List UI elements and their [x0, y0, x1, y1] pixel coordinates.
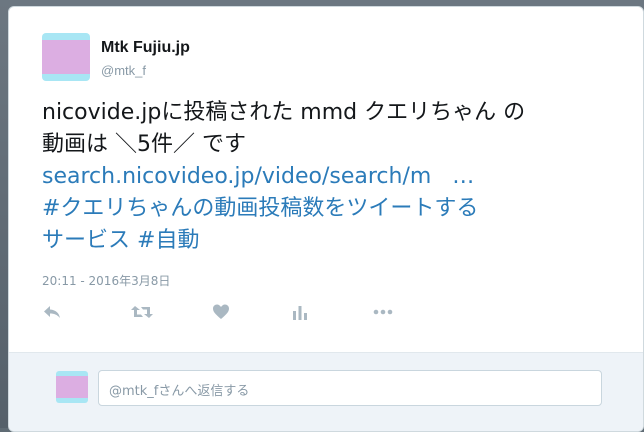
reply-avatar-band-bottom: [56, 398, 88, 403]
reply-area: @mtk_fさんへ返信する: [9, 353, 643, 431]
reply-input[interactable]: @mtk_fさんへ返信する: [98, 370, 602, 406]
author-avatar[interactable]: [42, 33, 90, 81]
heart-icon[interactable]: [212, 303, 236, 323]
tweet-actions: [42, 303, 422, 323]
tweet-card: Mtk Fujiu.jp @mtk_f nicovide.jpに投稿された mm…: [8, 6, 644, 432]
avatar-center: [42, 40, 90, 74]
more-icon[interactable]: [372, 303, 396, 323]
reply-avatar-center: [56, 376, 88, 398]
reply-avatar: [56, 371, 88, 403]
hashtag-link-2[interactable]: #自動: [137, 228, 199, 253]
tweet-timestamp[interactable]: 20:11 - 2016年3月8日: [42, 272, 170, 289]
analytics-icon[interactable]: [292, 303, 316, 323]
avatar-band-top: [42, 33, 90, 40]
tweet-text-line-2: 動画は ＼5件／ です: [42, 132, 246, 157]
hashtag-link-1-continued[interactable]: サービス: [42, 228, 130, 253]
search-link[interactable]: search.nicovideo.jp/video/search/m …: [42, 164, 474, 189]
retweet-icon[interactable]: [130, 303, 154, 323]
hashtag-link-1[interactable]: #クエリちゃんの動画投稿数をツイートする: [42, 196, 478, 221]
author-handle[interactable]: @mtk_f: [101, 63, 146, 78]
avatar-band-bottom: [42, 74, 90, 81]
author-name[interactable]: Mtk Fujiu.jp: [101, 39, 190, 57]
reply-icon[interactable]: [42, 303, 66, 323]
tweet-header: Mtk Fujiu.jp @mtk_f: [42, 33, 602, 83]
tweet-text-line-1: nicovide.jpに投稿された mmd クエリちゃん の: [42, 100, 526, 125]
tweet-text: nicovide.jpに投稿された mmd クエリちゃん の 動画は ＼5件／ …: [42, 97, 622, 257]
